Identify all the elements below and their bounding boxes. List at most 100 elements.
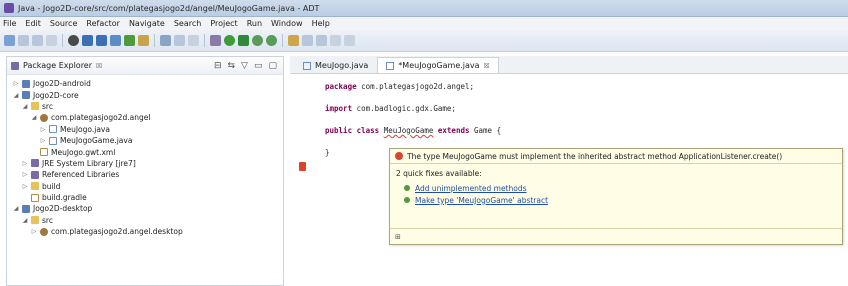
tree-item[interactable]: ▷ Jogo2D-android: [7, 78, 283, 89]
external-tools-icon[interactable]: [252, 35, 263, 46]
expand-toggle-icon[interactable]: ▷: [40, 126, 46, 133]
expand-toggle-icon[interactable]: ◢: [13, 205, 19, 212]
download-icon[interactable]: [82, 35, 93, 46]
tree-item[interactable]: ◢ src: [7, 215, 283, 226]
menu-help[interactable]: Help: [312, 19, 330, 28]
quick-fix-item[interactable]: Add unimplemented methods: [390, 182, 842, 194]
expand-toggle-icon[interactable]: ▷: [22, 171, 28, 178]
java-icon: [49, 125, 57, 134]
tree-item[interactable]: ◢ Jogo2D-core: [7, 89, 283, 100]
search-icon[interactable]: [160, 35, 171, 46]
menu-navigate[interactable]: Navigate: [129, 19, 165, 28]
close-icon[interactable]: ☒: [484, 62, 490, 70]
run-icon[interactable]: [224, 35, 235, 46]
java-icon: [49, 136, 57, 145]
tree-item[interactable]: ▷ com.plategasjogo2d.angel.desktop: [7, 226, 283, 237]
tree-item[interactable]: ▷ MeuJogoGame.java: [7, 135, 283, 146]
tree-item[interactable]: ◢ src: [7, 101, 283, 112]
error-marker-icon[interactable]: [299, 162, 306, 171]
pin-icon[interactable]: [188, 35, 199, 46]
save-all-icon[interactable]: [32, 35, 43, 46]
code-line-package: package com.plategasjogo2d.angel;: [325, 76, 501, 98]
code-text-segment: Game {: [474, 126, 502, 135]
prev-annotation-icon[interactable]: [316, 35, 327, 46]
menu-window[interactable]: Window: [271, 19, 303, 28]
quick-fix-item[interactable]: Make type 'MeuJogoGame' abstract: [390, 194, 842, 206]
debug-icon[interactable]: [210, 35, 221, 46]
expand-toggle-icon[interactable]: ▷: [31, 228, 37, 235]
menu-source[interactable]: Source: [50, 19, 77, 28]
run-last-icon[interactable]: [238, 35, 249, 46]
coverage-icon[interactable]: [266, 35, 277, 46]
android-wizard-icon[interactable]: [110, 35, 121, 46]
expand-toggle-icon[interactable]: ▷: [13, 80, 19, 87]
keyword: public class: [325, 126, 380, 135]
collapse-all-icon[interactable]: ⊟: [214, 61, 222, 71]
error-class-name[interactable]: MeuJogoGame: [384, 126, 434, 135]
toggle-mark-icon[interactable]: [174, 35, 185, 46]
next-annotation-icon[interactable]: [302, 35, 313, 46]
tree-item[interactable]: build.gradle: [7, 192, 283, 203]
open-type-icon[interactable]: [124, 35, 135, 46]
app-icon: [4, 3, 14, 13]
tree-item[interactable]: ◢ com.plategasjogo2d.angel: [7, 112, 283, 123]
toolbar-separator: [154, 34, 155, 47]
tab-label: *MeuJogoGame.java: [398, 61, 480, 70]
fix-make-abstract-link[interactable]: Make type 'MeuJogoGame' abstract: [415, 196, 548, 205]
fix-add-unimplemented-link[interactable]: Add unimplemented methods: [415, 184, 527, 193]
package-explorer-icon: [11, 61, 19, 70]
print-icon[interactable]: [46, 35, 57, 46]
expand-toggle-icon[interactable]: ▷: [22, 183, 28, 190]
back-icon[interactable]: [330, 35, 341, 46]
expand-toggle-icon[interactable]: ◢: [22, 217, 28, 224]
tree-item-label: MeuJogoGame.java: [60, 136, 133, 146]
tab-meujogogame-java[interactable]: *MeuJogoGame.java ☒: [377, 57, 499, 73]
menu-file[interactable]: File: [3, 19, 16, 28]
menu-edit[interactable]: Edit: [25, 19, 41, 28]
new-icon[interactable]: [4, 35, 15, 46]
folder-icon: [31, 102, 39, 111]
package-explorer-tab[interactable]: Package Explorer ☒ ⊟ ⇆ ▽ ▭ ▢: [7, 57, 283, 75]
maximize-icon[interactable]: ▢: [268, 61, 277, 71]
menu-refactor[interactable]: Refactor: [86, 19, 120, 28]
expand-toggle-icon[interactable]: ▷: [40, 137, 46, 144]
tree-item[interactable]: ▷ JRE System Library [jre7]: [7, 158, 283, 169]
tree-item-label: Jogo2D-core: [33, 90, 79, 100]
tree-item[interactable]: ◢ Jogo2D-desktop: [7, 203, 283, 214]
tree-item[interactable]: MeuJogo.gwt.xml: [7, 146, 283, 157]
tree-item[interactable]: ▷ build: [7, 181, 283, 192]
tree-item[interactable]: ▷ MeuJogo.java: [7, 124, 283, 135]
tab-meujogo-java[interactable]: MeuJogo.java: [294, 57, 377, 73]
keyword: package: [325, 82, 357, 91]
open-resource-icon[interactable]: [138, 35, 149, 46]
expand-toggle-icon[interactable]: ◢: [22, 103, 28, 110]
new-package-icon[interactable]: [288, 35, 299, 46]
link-editor-icon[interactable]: ⇆: [228, 61, 236, 71]
upload-icon[interactable]: [96, 35, 107, 46]
forward-icon[interactable]: [344, 35, 355, 46]
expand-toggle-icon[interactable]: ◢: [31, 114, 37, 121]
menu-run[interactable]: Run: [247, 19, 262, 28]
java-file-icon: [386, 61, 395, 70]
save-icon[interactable]: [18, 35, 29, 46]
fix-icon: [404, 185, 410, 191]
pin-icon[interactable]: ⊞: [395, 233, 401, 241]
menu-bar: File Edit Source Refactor Navigate Searc…: [0, 17, 848, 30]
view-menu-icon[interactable]: ▽: [241, 61, 248, 71]
menu-project[interactable]: Project: [210, 19, 237, 28]
package-icon: [40, 113, 48, 122]
tree-item[interactable]: ▷ Referenced Libraries: [7, 169, 283, 180]
window-title: Java - Jogo2D-core/src/com/plategasjogo2…: [18, 3, 320, 13]
tree-item-label: Jogo2D-android: [33, 79, 91, 89]
minimize-icon[interactable]: ▭: [254, 61, 263, 71]
toolbar-separator: [204, 34, 205, 47]
tab-label: MeuJogo.java: [315, 61, 369, 70]
expand-toggle-icon[interactable]: ▷: [22, 160, 28, 167]
menu-search[interactable]: Search: [174, 19, 201, 28]
android-sdk-icon[interactable]: [68, 35, 79, 46]
tree-item-label: MeuJogo.gwt.xml: [51, 147, 116, 157]
close-icon[interactable]: ☒: [96, 62, 102, 70]
expand-toggle-icon[interactable]: ◢: [13, 92, 19, 99]
editor-gutter[interactable]: [290, 74, 320, 286]
keyword: import: [325, 104, 353, 113]
